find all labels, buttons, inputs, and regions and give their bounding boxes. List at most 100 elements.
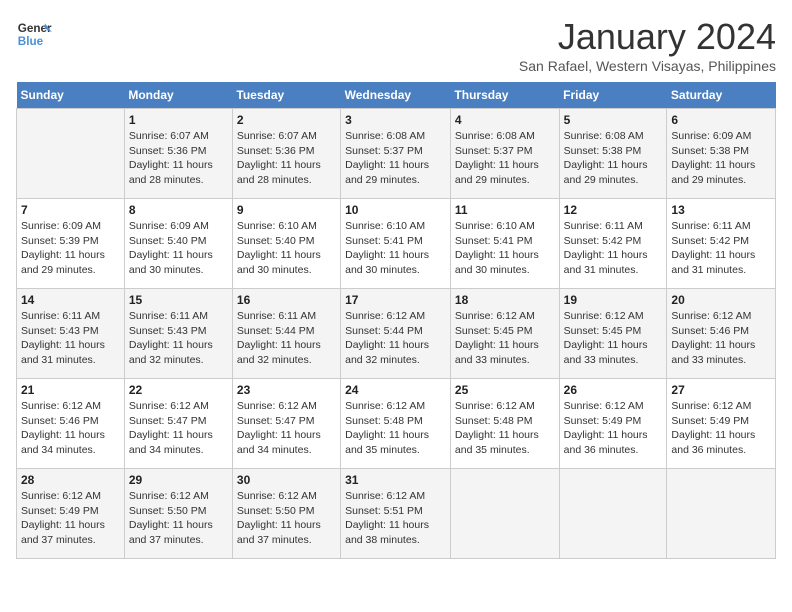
day-number: 5 [564,113,663,127]
calendar-cell: 4Sunrise: 6:08 AM Sunset: 5:37 PM Daylig… [450,109,559,199]
day-number: 14 [21,293,120,307]
col-header-friday: Friday [559,82,667,109]
calendar-week-3: 14 Sunrise: 6:11 AM Sunset: 5:43 PM Dayli… [17,289,776,379]
calendar-cell: 5 Sunrise: 6:08 AM Sunset: 5:38 PM Daylig… [559,109,667,199]
day-number: 23 [237,383,336,397]
col-header-saturday: Saturday [667,82,776,109]
calendar-cell: 21 Sunrise: 6:12 AM Sunset: 5:46 PM Dayli… [17,379,125,469]
day-info: Sunrise: 6:11 AM Sunset: 5:43 PM Dayligh… [21,309,120,368]
day-number: 1 [129,113,228,127]
col-header-sunday: Sunday [17,82,125,109]
day-info: Sunrise: 6:08 AM Sunset: 5:37 PM Dayligh… [455,129,555,188]
day-info: Sunrise: 6:12 AM Sunset: 5:49 PM Dayligh… [564,399,663,458]
day-info: Sunrise: 6:11 AM Sunset: 5:42 PM Dayligh… [564,219,663,278]
calendar-cell: 3 Sunrise: 6:08 AM Sunset: 5:37 PM Daylig… [341,109,451,199]
day-number: 3 [345,113,446,127]
day-number: 8 [129,203,228,217]
day-info: Sunrise: 6:07 AM Sunset: 5:36 PM Dayligh… [237,129,336,188]
calendar-cell [17,109,125,199]
day-number: 11 [455,203,555,217]
day-info: Sunrise: 6:08 AM Sunset: 5:38 PM Dayligh… [564,129,663,188]
day-info: Sunrise: 6:12 AM Sunset: 5:50 PM Dayligh… [129,489,228,548]
day-number: 31 [345,473,446,487]
calendar-cell: 16Sunrise: 6:11 AM Sunset: 5:44 PM Dayli… [232,289,340,379]
day-info: Sunrise: 6:10 AM Sunset: 5:41 PM Dayligh… [345,219,446,278]
calendar-cell: 15 Sunrise: 6:11 AM Sunset: 5:43 PM Dayli… [124,289,232,379]
day-number: 12 [564,203,663,217]
calendar-cell: 20Sunrise: 6:12 AM Sunset: 5:46 PM Dayli… [667,289,776,379]
calendar-title: January 2024 [519,16,776,58]
day-info: Sunrise: 6:12 AM Sunset: 5:47 PM Dayligh… [129,399,228,458]
col-header-tuesday: Tuesday [232,82,340,109]
title-block: January 2024 San Rafael, Western Visayas… [519,16,776,74]
calendar-subtitle: San Rafael, Western Visayas, Philippines [519,58,776,74]
logo: General Blue [16,16,52,52]
calendar-cell [667,469,776,559]
day-info: Sunrise: 6:11 AM Sunset: 5:43 PM Dayligh… [129,309,228,368]
calendar-cell: 13Sunrise: 6:11 AM Sunset: 5:42 PM Dayli… [667,199,776,289]
col-header-thursday: Thursday [450,82,559,109]
calendar-cell: 22Sunrise: 6:12 AM Sunset: 5:47 PM Dayli… [124,379,232,469]
day-info: Sunrise: 6:10 AM Sunset: 5:40 PM Dayligh… [237,219,336,278]
day-info: Sunrise: 6:12 AM Sunset: 5:48 PM Dayligh… [455,399,555,458]
day-number: 7 [21,203,120,217]
day-number: 25 [455,383,555,397]
calendar-table: SundayMondayTuesdayWednesdayThursdayFrid… [16,82,776,559]
day-number: 13 [671,203,771,217]
day-info: Sunrise: 6:09 AM Sunset: 5:38 PM Dayligh… [671,129,771,188]
day-info: Sunrise: 6:09 AM Sunset: 5:40 PM Dayligh… [129,219,228,278]
day-number: 2 [237,113,336,127]
calendar-cell: 29 Sunrise: 6:12 AM Sunset: 5:50 PM Dayli… [124,469,232,559]
calendar-cell [559,469,667,559]
calendar-cell: 11Sunrise: 6:10 AM Sunset: 5:41 PM Dayli… [450,199,559,289]
calendar-cell: 17 Sunrise: 6:12 AM Sunset: 5:44 PM Dayli… [341,289,451,379]
calendar-cell [450,469,559,559]
col-header-wednesday: Wednesday [341,82,451,109]
calendar-cell: 27Sunrise: 6:12 AM Sunset: 5:49 PM Dayli… [667,379,776,469]
calendar-cell: 31 Sunrise: 6:12 AM Sunset: 5:51 PM Dayli… [341,469,451,559]
day-info: Sunrise: 6:12 AM Sunset: 5:48 PM Dayligh… [345,399,446,458]
day-info: Sunrise: 6:07 AM Sunset: 5:36 PM Dayligh… [129,129,228,188]
day-number: 30 [237,473,336,487]
day-number: 21 [21,383,120,397]
day-number: 24 [345,383,446,397]
calendar-cell: 1 Sunrise: 6:07 AM Sunset: 5:36 PM Daylig… [124,109,232,199]
calendar-body: 1 Sunrise: 6:07 AM Sunset: 5:36 PM Daylig… [17,109,776,559]
day-number: 10 [345,203,446,217]
day-info: Sunrise: 6:12 AM Sunset: 5:44 PM Dayligh… [345,309,446,368]
day-info: Sunrise: 6:12 AM Sunset: 5:49 PM Dayligh… [671,399,771,458]
day-info: Sunrise: 6:11 AM Sunset: 5:44 PM Dayligh… [237,309,336,368]
calendar-cell: 26Sunrise: 6:12 AM Sunset: 5:49 PM Dayli… [559,379,667,469]
calendar-week-2: 7 Sunrise: 6:09 AM Sunset: 5:39 PM Daylig… [17,199,776,289]
calendar-cell: 8 Sunrise: 6:09 AM Sunset: 5:40 PM Daylig… [124,199,232,289]
calendar-week-4: 21 Sunrise: 6:12 AM Sunset: 5:46 PM Dayli… [17,379,776,469]
day-info: Sunrise: 6:08 AM Sunset: 5:37 PM Dayligh… [345,129,446,188]
day-info: Sunrise: 6:12 AM Sunset: 5:46 PM Dayligh… [21,399,120,458]
calendar-cell: 9 Sunrise: 6:10 AM Sunset: 5:40 PM Daylig… [232,199,340,289]
day-number: 15 [129,293,228,307]
calendar-cell: 18 Sunrise: 6:12 AM Sunset: 5:45 PM Dayli… [450,289,559,379]
day-number: 19 [564,293,663,307]
day-info: Sunrise: 6:12 AM Sunset: 5:45 PM Dayligh… [564,309,663,368]
calendar-cell: 10 Sunrise: 6:10 AM Sunset: 5:41 PM Dayli… [341,199,451,289]
day-number: 9 [237,203,336,217]
calendar-week-5: 28Sunrise: 6:12 AM Sunset: 5:49 PM Dayli… [17,469,776,559]
day-number: 18 [455,293,555,307]
calendar-cell: 25 Sunrise: 6:12 AM Sunset: 5:48 PM Dayli… [450,379,559,469]
day-info: Sunrise: 6:09 AM Sunset: 5:39 PM Dayligh… [21,219,120,278]
calendar-header-row: SundayMondayTuesdayWednesdayThursdayFrid… [17,82,776,109]
day-number: 17 [345,293,446,307]
calendar-cell: 2 Sunrise: 6:07 AM Sunset: 5:36 PM Daylig… [232,109,340,199]
day-info: Sunrise: 6:12 AM Sunset: 5:46 PM Dayligh… [671,309,771,368]
col-header-monday: Monday [124,82,232,109]
calendar-cell: 7 Sunrise: 6:09 AM Sunset: 5:39 PM Daylig… [17,199,125,289]
calendar-week-1: 1 Sunrise: 6:07 AM Sunset: 5:36 PM Daylig… [17,109,776,199]
calendar-cell: 30Sunrise: 6:12 AM Sunset: 5:50 PM Dayli… [232,469,340,559]
calendar-cell: 19 Sunrise: 6:12 AM Sunset: 5:45 PM Dayli… [559,289,667,379]
day-info: Sunrise: 6:12 AM Sunset: 5:45 PM Dayligh… [455,309,555,368]
day-info: Sunrise: 6:12 AM Sunset: 5:51 PM Dayligh… [345,489,446,548]
svg-text:Blue: Blue [18,35,44,48]
day-number: 29 [129,473,228,487]
day-number: 28 [21,473,120,487]
calendar-cell: 6Sunrise: 6:09 AM Sunset: 5:38 PM Daylig… [667,109,776,199]
